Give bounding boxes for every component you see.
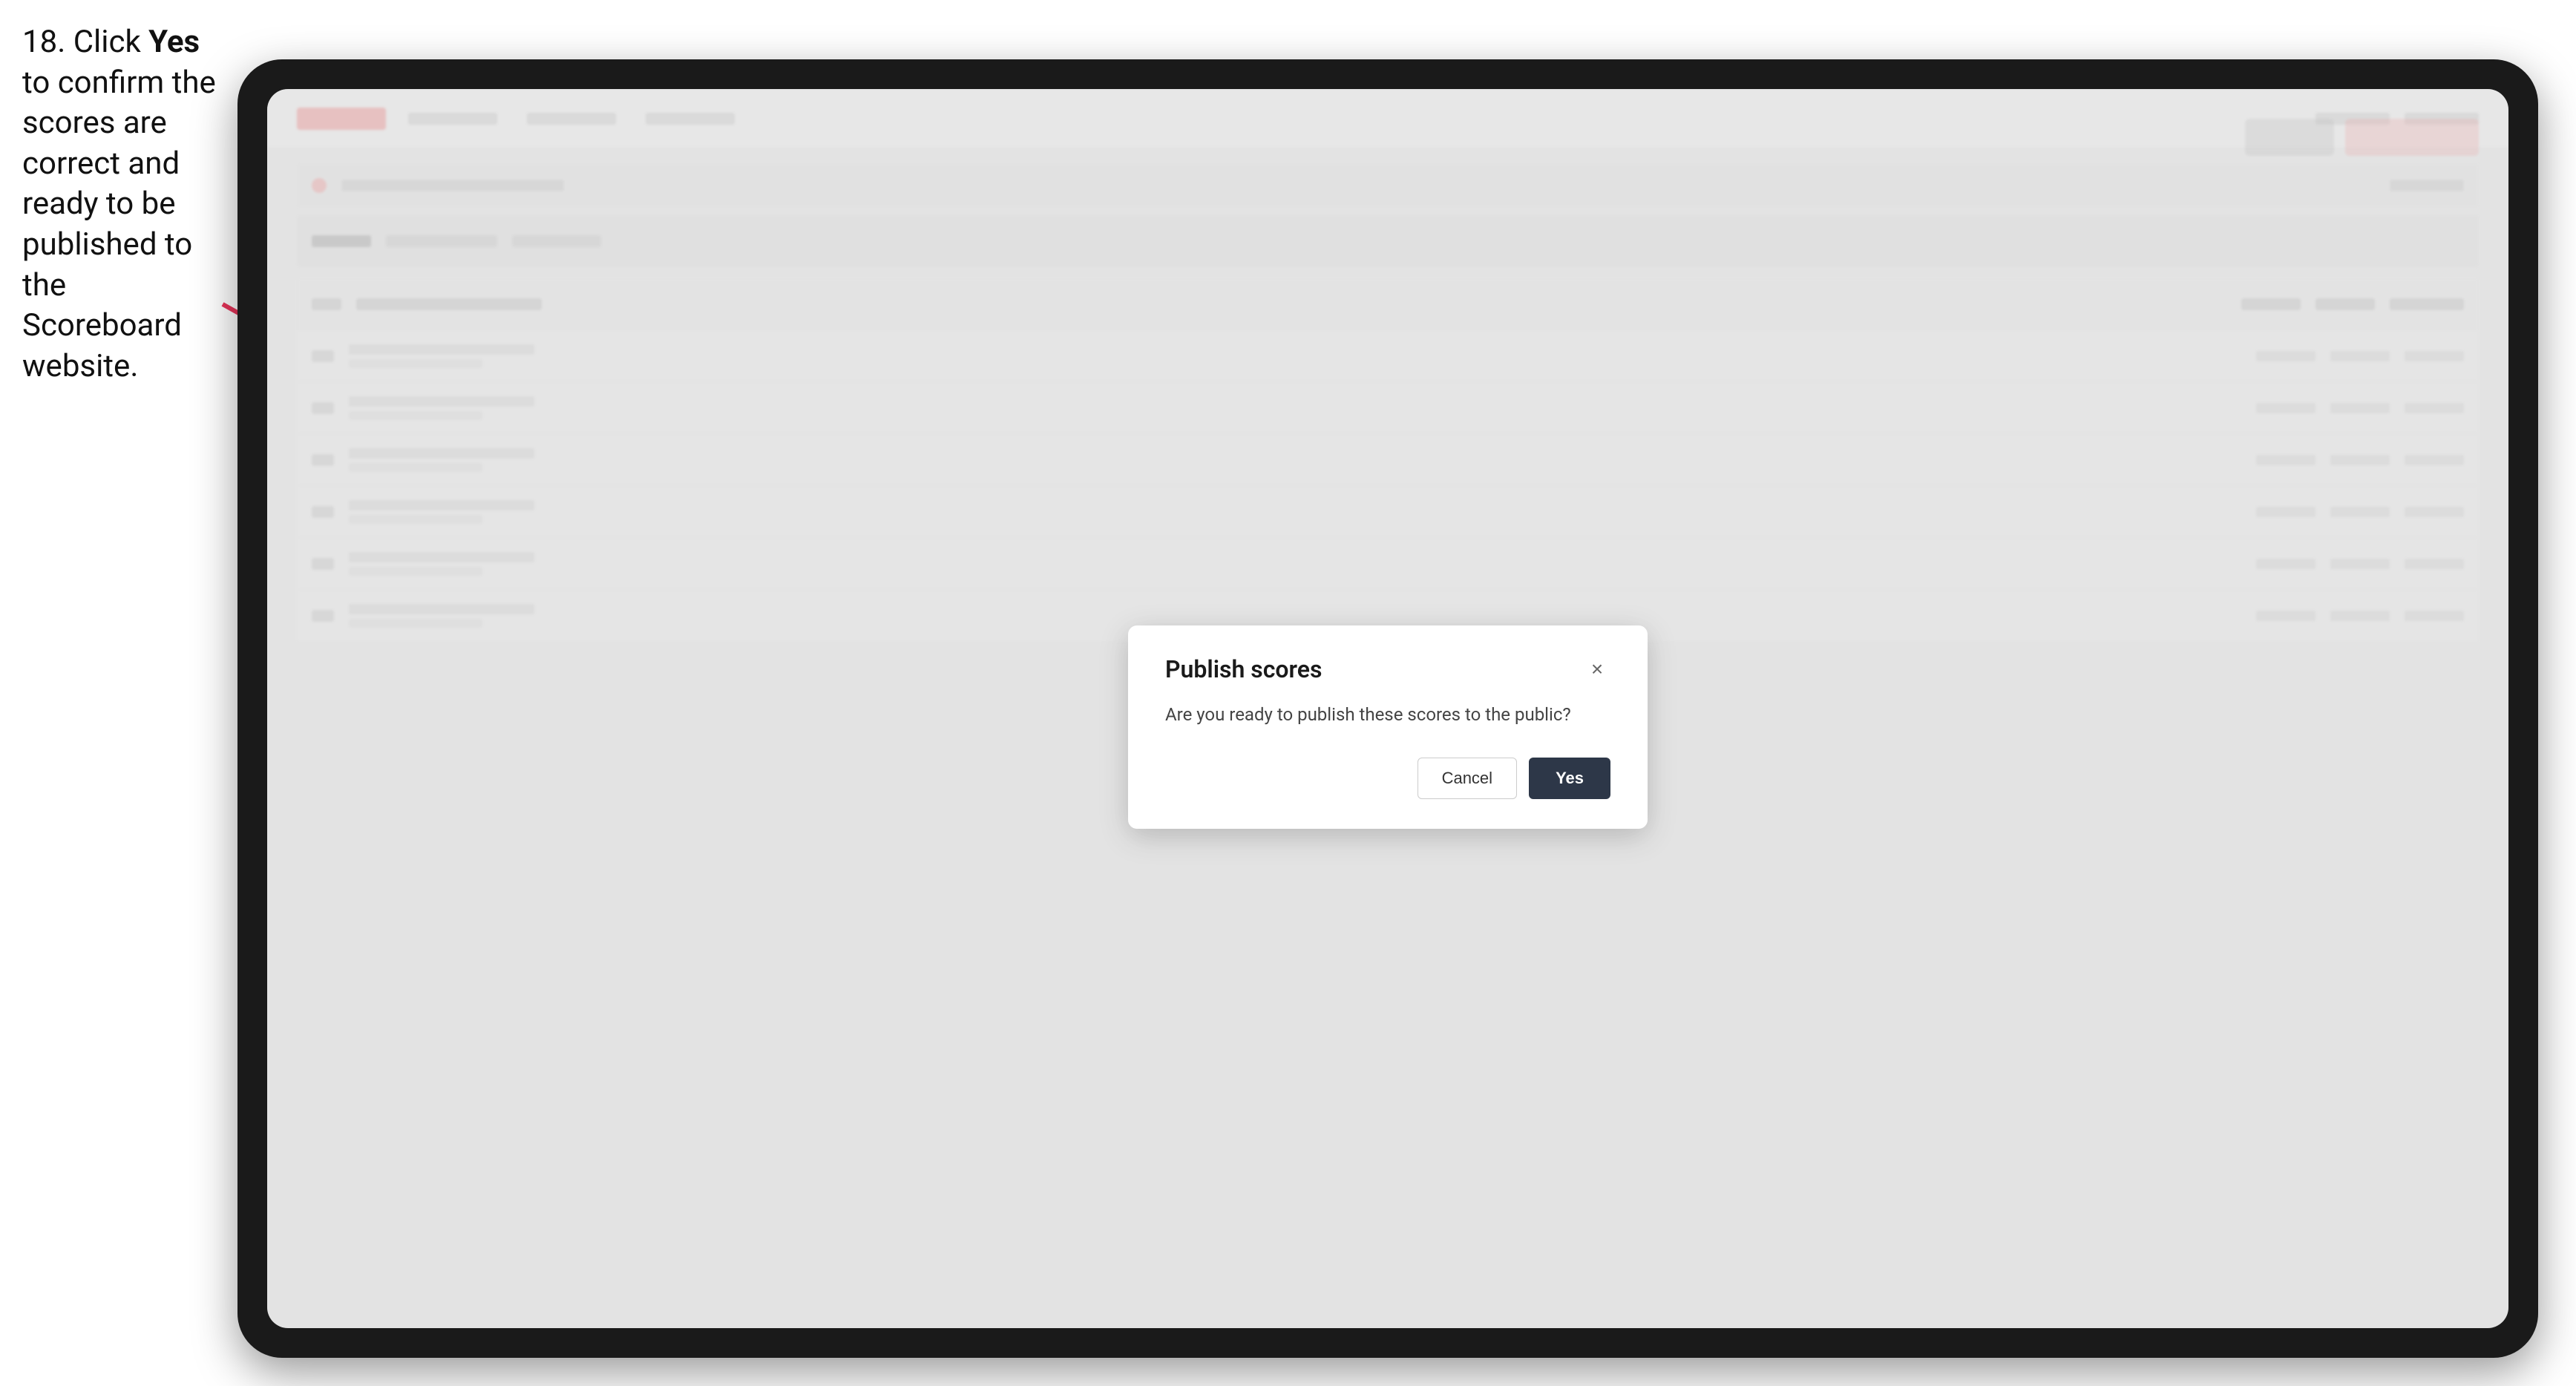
instruction-text: 18. Click Yes to confirm the scores are … bbox=[22, 22, 230, 387]
modal-close-button[interactable]: × bbox=[1584, 656, 1610, 683]
tablet-screen: Publish scores × Are you ready to publis… bbox=[267, 89, 2508, 1328]
modal-footer: Cancel Yes bbox=[1165, 758, 1610, 799]
tablet-device: Publish scores × Are you ready to publis… bbox=[237, 59, 2538, 1358]
modal-body-text: Are you ready to publish these scores to… bbox=[1165, 701, 1610, 728]
modal-title: Publish scores bbox=[1165, 655, 1322, 683]
cancel-button[interactable]: Cancel bbox=[1418, 758, 1517, 799]
modal-header: Publish scores × bbox=[1165, 655, 1610, 683]
instruction-bold: Yes bbox=[148, 24, 200, 60]
yes-button[interactable]: Yes bbox=[1529, 758, 1610, 799]
instruction-prefix: Click bbox=[73, 24, 148, 60]
modal-overlay: Publish scores × Are you ready to publis… bbox=[267, 89, 2508, 1328]
publish-scores-modal: Publish scores × Are you ready to publis… bbox=[1128, 625, 1648, 829]
instruction-suffix: to confirm the scores are correct and re… bbox=[22, 65, 216, 384]
step-number: 18. bbox=[22, 24, 65, 60]
